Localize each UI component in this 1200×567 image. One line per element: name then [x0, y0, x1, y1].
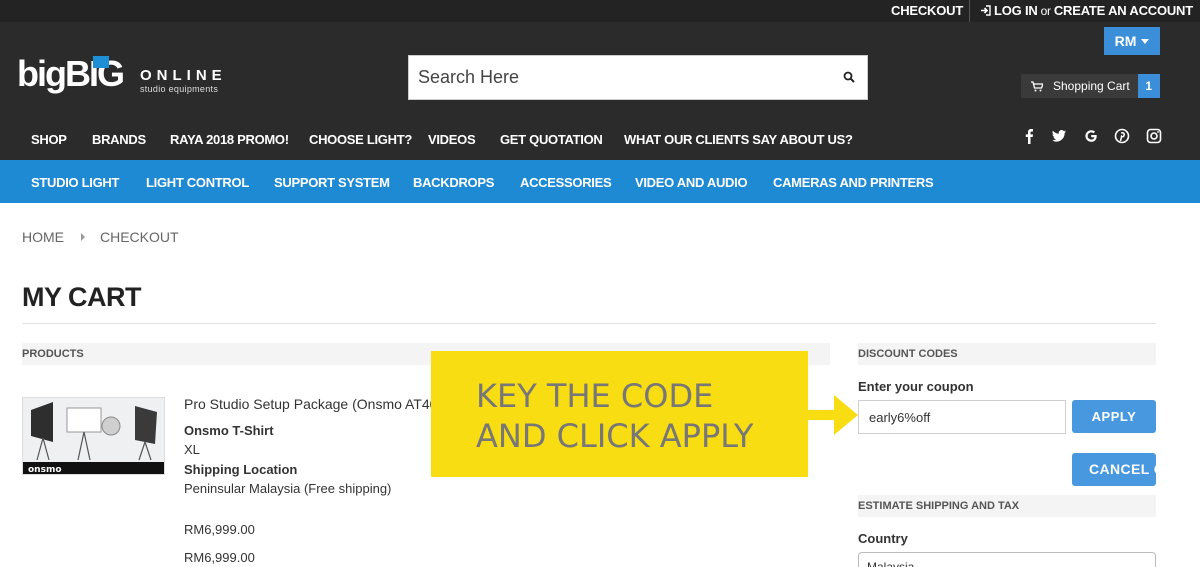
- category-light-control[interactable]: LIGHT CONTROL: [146, 175, 249, 190]
- checkout-link[interactable]: CHECKOUT: [891, 3, 963, 18]
- search-icon[interactable]: [843, 71, 855, 83]
- create-account-link[interactable]: CREATE AN ACCOUNT: [1054, 3, 1193, 18]
- facebook-icon[interactable]: [1021, 128, 1037, 144]
- products-heading: PRODUCTS: [22, 348, 84, 360]
- product-price: RM6,999.00: [184, 522, 255, 537]
- pinterest-icon[interactable]: [1114, 128, 1130, 144]
- top-utility-bar: CHECKOUT LOG IN or CREATE AN ACCOUNT: [0, 0, 1200, 22]
- category-backdrops[interactable]: BACKDROPS: [413, 175, 494, 190]
- chevron-down-icon: [1141, 38, 1150, 44]
- instruction-callout: KEY THE CODE AND CLICK APPLY: [431, 351, 808, 477]
- login-link[interactable]: LOG IN: [994, 3, 1038, 18]
- nav-raya-promo[interactable]: RAYA 2018 PROMO!: [170, 132, 289, 147]
- cart-icon: [1031, 80, 1043, 91]
- shipping-location-value: Peninsular Malaysia (Free shipping): [184, 481, 392, 496]
- breadcrumb: HOME CHECKOUT: [22, 229, 179, 245]
- logo-tagline: studio equipments: [140, 84, 219, 94]
- discount-codes-heading: DISCOUNT CODES: [858, 348, 958, 360]
- product-name[interactable]: Pro Studio Setup Package (Onsmo AT40: [184, 396, 437, 412]
- shipping-location-label: Shipping Location: [184, 462, 298, 477]
- currency-label: RM: [1114, 33, 1137, 49]
- breadcrumb-home[interactable]: HOME: [22, 229, 64, 245]
- cart-count-badge: 1: [1137, 74, 1160, 98]
- site-header: bigBIG ONLINE studio equipments RM Shopp…: [0, 22, 1200, 160]
- product-brand-mark: onsmo: [28, 465, 62, 475]
- nav-videos[interactable]: VIDEOS: [428, 132, 476, 147]
- shopping-cart-button[interactable]: Shopping Cart 1: [1021, 74, 1160, 98]
- account-links: LOG IN or CREATE AN ACCOUNT: [980, 3, 1193, 18]
- callout-arrow-icon: [808, 395, 858, 435]
- category-accessories[interactable]: ACCESSORIES: [520, 175, 612, 190]
- country-select[interactable]: Malaysia: [858, 552, 1156, 567]
- estimate-shipping-header: ESTIMATE SHIPPING AND TAX: [858, 495, 1156, 517]
- cart-label: Shopping Cart: [1053, 79, 1130, 93]
- category-support-system[interactable]: SUPPORT SYSTEM: [274, 175, 390, 190]
- nav-get-quotation[interactable]: GET QUOTATION: [500, 132, 603, 147]
- cancel-coupon-button[interactable]: CANCEL C: [1072, 453, 1156, 486]
- checkout-page: CHECKOUT LOG IN or CREATE AN ACCOUNT big…: [0, 0, 1200, 567]
- callout-line-2: AND CLICK APPLY: [476, 417, 754, 455]
- login-icon: [981, 5, 991, 16]
- callout-line-1: KEY THE CODE: [476, 377, 714, 415]
- nav-brands[interactable]: BRANDS: [92, 132, 146, 147]
- cart-main: Shopping Cart: [1021, 74, 1138, 98]
- country-label: Country: [858, 531, 908, 546]
- category-cameras-and-printers[interactable]: CAMERAS AND PRINTERS: [773, 175, 934, 190]
- logo-accent: [93, 56, 109, 68]
- page-title: MY CART: [22, 282, 142, 312]
- breadcrumb-separator-icon: [81, 233, 85, 241]
- breadcrumb-current: CHECKOUT: [100, 229, 179, 245]
- title-divider: [22, 323, 1156, 324]
- product-thumbnail[interactable]: onsmo: [22, 397, 165, 475]
- search-input[interactable]: [409, 56, 829, 99]
- product-image: onsmo: [23, 398, 164, 475]
- nav-client-testimonials[interactable]: WHAT OUR CLIENTS SAY ABOUT US?: [624, 132, 853, 147]
- category-studio-light[interactable]: STUDIO LIGHT: [31, 175, 119, 190]
- category-video-and-audio[interactable]: VIDEO AND AUDIO: [635, 175, 748, 190]
- apply-coupon-button[interactable]: APPLY: [1072, 400, 1156, 433]
- instagram-icon[interactable]: [1146, 128, 1162, 144]
- twitter-icon[interactable]: [1051, 128, 1067, 144]
- or-text: or: [1040, 3, 1051, 18]
- google-icon[interactable]: [1083, 128, 1099, 144]
- estimate-shipping-heading: ESTIMATE SHIPPING AND TAX: [858, 500, 1020, 512]
- site-logo[interactable]: bigBIG ONLINE studio equipments: [17, 54, 232, 104]
- product-option-label: Onsmo T-Shirt: [184, 423, 274, 438]
- category-nav: STUDIO LIGHT LIGHT CONTROL SUPPORT SYSTE…: [0, 160, 1200, 203]
- coupon-input[interactable]: [858, 400, 1066, 434]
- currency-selector[interactable]: RM: [1104, 27, 1160, 55]
- coupon-label: Enter your coupon: [858, 379, 974, 394]
- search-box: [408, 55, 868, 100]
- nav-choose-light[interactable]: CHOOSE LIGHT?: [309, 132, 412, 147]
- nav-shop[interactable]: SHOP: [31, 132, 67, 147]
- product-option-value: XL: [184, 442, 200, 457]
- product-subtotal: RM6,999.00: [184, 550, 255, 565]
- main-nav: SHOP BRANDS RAYA 2018 PROMO! CHOOSE LIGH…: [0, 126, 1000, 152]
- logo-online: ONLINE: [140, 67, 227, 84]
- topbar-divider: [969, 0, 970, 22]
- discount-codes-header: DISCOUNT CODES: [858, 343, 1156, 365]
